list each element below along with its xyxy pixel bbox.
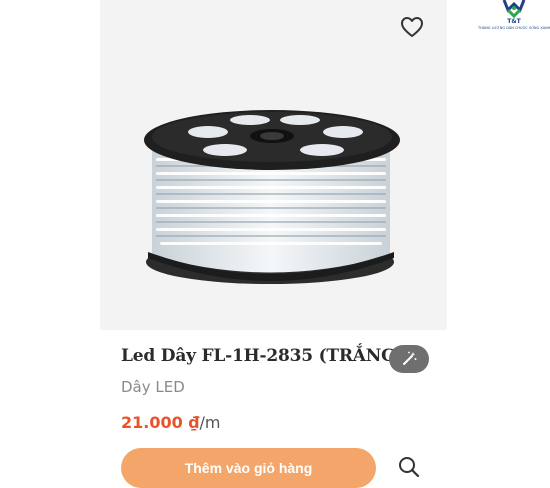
led-strip-reel-image[interactable]: [100, 0, 447, 330]
logo-slogan: THÀNG LƯỢNG DÂN CHUỘC SỐNG XANH: [478, 26, 550, 30]
product-category[interactable]: Dây LED: [121, 378, 185, 396]
product-card[interactable]: Led Dây FL-1H-2835 (TRẮNG) Dây LED 21.00…: [100, 0, 447, 488]
product-info: Led Dây FL-1H-2835 (TRẮNG) Dây LED 21.00…: [100, 330, 447, 488]
heart-icon: [401, 17, 423, 37]
logo-name: T&T: [507, 18, 521, 25]
favorite-button[interactable]: [397, 12, 427, 42]
quick-view-button[interactable]: [394, 452, 424, 482]
add-to-cart-button[interactable]: Thêm vào giỏ hàng: [121, 448, 376, 488]
price-per-unit: /m: [199, 413, 221, 432]
logo-mark-icon: [502, 0, 526, 19]
brand-logo[interactable]: T&T THÀNG LƯỢNG DÂN CHUỘC SỐNG XANH: [478, 0, 550, 40]
magic-wand-icon: [403, 351, 417, 365]
search-icon: [399, 457, 420, 478]
product-title[interactable]: Led Dây FL-1H-2835 (TRẮNG): [121, 346, 404, 366]
magic-button[interactable]: [389, 345, 429, 373]
price-currency: ₫: [188, 413, 200, 432]
product-price: 21.000 ₫/m: [121, 413, 220, 432]
product-image-area[interactable]: [100, 0, 447, 330]
price-value: 21.000: [121, 413, 183, 432]
